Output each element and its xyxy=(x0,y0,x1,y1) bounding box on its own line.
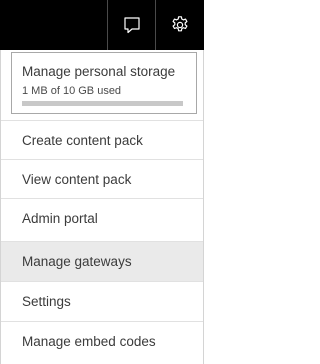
storage-title: Manage personal storage xyxy=(22,64,176,79)
menu-item-settings[interactable]: Settings xyxy=(1,281,203,320)
top-bar xyxy=(0,0,204,50)
settings-button[interactable] xyxy=(155,0,204,50)
menu-item-label: Manage gateways xyxy=(22,254,132,269)
manage-storage-item[interactable]: Manage personal storage 1 MB of 10 GB us… xyxy=(11,52,197,114)
gear-icon xyxy=(172,16,188,32)
feedback-icon xyxy=(123,17,140,34)
menu-item-label: View content pack xyxy=(22,171,132,187)
menu-item-label: Create content pack xyxy=(22,132,143,148)
menu-item-view-content-pack[interactable]: View content pack xyxy=(1,159,203,198)
menu-item-label: Manage embed codes xyxy=(22,333,156,349)
storage-used-text: 1 MB of 10 GB used xyxy=(22,85,122,97)
storage-usage-bar xyxy=(22,101,183,106)
menu-item-label: Settings xyxy=(22,293,71,309)
menu-item-create-content-pack[interactable]: Create content pack xyxy=(1,120,203,159)
feedback-button[interactable] xyxy=(107,0,155,50)
menu-item-admin-portal[interactable]: Admin portal xyxy=(1,198,203,237)
menu-item-manage-gateways[interactable]: Manage gateways xyxy=(1,241,203,281)
menu-item-label: Admin portal xyxy=(22,210,98,226)
menu-item-manage-embed-codes[interactable]: Manage embed codes xyxy=(1,321,203,360)
settings-menu: Manage personal storage 1 MB of 10 GB us… xyxy=(0,50,204,364)
